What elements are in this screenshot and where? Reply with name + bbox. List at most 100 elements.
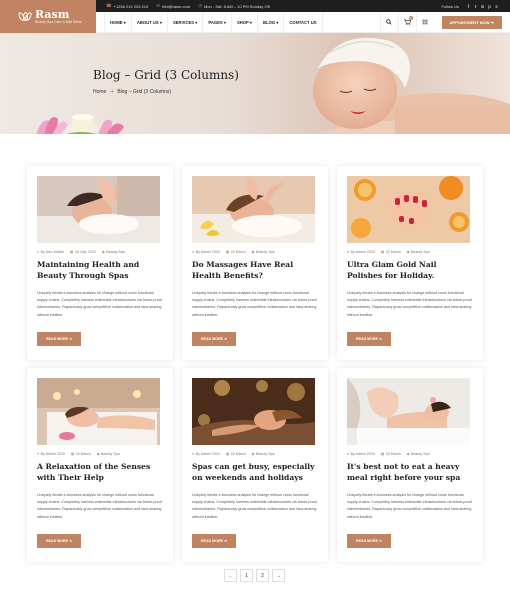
- search-icon[interactable]: [379, 11, 398, 33]
- email-text: info@rasm.com: [161, 3, 191, 9]
- user-icon: ●: [192, 250, 195, 254]
- post-excerpt: Uniquely iterate e-business analysis for…: [37, 291, 162, 317]
- post-category[interactable]: ◆ Beauty Spa: [252, 452, 275, 456]
- post-date: ▦ 15 July, 2023: [69, 250, 96, 254]
- hours-text: Mon - Sat: 8 AM – 10 PM Sunday Off: [204, 3, 270, 9]
- grid-menu-icon[interactable]: [415, 11, 434, 33]
- nav-blog[interactable]: BLOG ▾: [258, 11, 285, 33]
- post-category[interactable]: ◆ Beauty Spa: [407, 452, 430, 456]
- pinterest-icon[interactable]: p: [486, 4, 493, 9]
- post-category[interactable]: ◆ Beauty Spa: [97, 452, 120, 456]
- post-image-relaxation[interactable]: [37, 378, 160, 445]
- post-category[interactable]: ◆ Beauty Spa: [407, 250, 430, 254]
- post-image-back-massage[interactable]: [347, 378, 470, 445]
- post-image-head-massage[interactable]: [192, 176, 315, 243]
- post-category[interactable]: ◆ Beauty Spa: [102, 250, 125, 254]
- post-title[interactable]: Spas can get busy, especially on weekend…: [192, 461, 318, 483]
- page-hero: Blog – Grid (3 Columns) Home ➔ Blog – Gr…: [0, 33, 510, 134]
- post-title[interactable]: Do Massages Have Real Health Benefits?: [192, 259, 318, 281]
- post-title[interactable]: Maintaining Health and Beauty Through Sp…: [37, 259, 163, 281]
- post-category[interactable]: ◆ Beauty Spa: [252, 250, 275, 254]
- post-author[interactable]: ● By Admin 2020: [192, 452, 220, 456]
- post-title[interactable]: Ultra Glam Gold Nail Polishes for Holida…: [347, 259, 473, 281]
- post-date: ▦ 02 March: [380, 452, 401, 456]
- user-icon: ●: [347, 452, 350, 456]
- logo[interactable]: Rasm Beauty Spa Care & Nail Salon: [0, 0, 96, 33]
- read-more-button[interactable]: READ MORE ➔: [347, 534, 391, 548]
- post-author[interactable]: ● By Alex Walter: [37, 250, 64, 254]
- tag-icon: ◆: [96, 452, 100, 456]
- twitter-icon[interactable]: t: [472, 4, 479, 9]
- post-meta: ● By Admin 2020 ▦ 02 March ◆ Beauty Spa: [192, 250, 281, 254]
- calendar-icon: ▦: [225, 250, 230, 254]
- post-meta: ● By Alex Walter ▦ 15 July, 2023 ◆ Beauty S…: [37, 250, 131, 254]
- main-nav: HOME ▾ ABOUT US ▾ SERVICES ▾ PAGES ▾ SHO…: [96, 11, 510, 33]
- page-1-button[interactable]: 1: [240, 569, 253, 582]
- breadcrumb-arrow-icon: ➔: [109, 89, 114, 95]
- blog-card: ● By Admin 2020 ▦ 02 March ◆ Beauty Spa A R…: [27, 368, 173, 562]
- read-more-button[interactable]: READ MORE ➔: [192, 534, 236, 548]
- post-image-spa-candles[interactable]: [192, 378, 315, 445]
- post-author[interactable]: ● By Admin 2020: [347, 452, 375, 456]
- post-excerpt: Uniquely iterate e-business analysis for…: [192, 291, 317, 317]
- next-page-arrow-icon[interactable]: →: [272, 569, 285, 582]
- tag-icon: ◆: [251, 250, 255, 254]
- page-2-button[interactable]: 2: [256, 569, 269, 582]
- clock-icon: ◷: [198, 3, 202, 8]
- read-more-button[interactable]: READ MORE ➔: [347, 332, 391, 346]
- post-meta: ● By Admin 2020 ▦ 02 March ◆ Beauty Spa: [192, 452, 281, 456]
- follow-label: Follow Us: [441, 3, 459, 9]
- mail-icon: ✉: [156, 3, 160, 8]
- calendar-icon: ▦: [380, 452, 385, 456]
- pagination: ← 1 2 →: [224, 569, 288, 582]
- user-icon: ●: [37, 250, 40, 254]
- lotus-candle-icon: [34, 111, 126, 134]
- tag-icon: ◆: [101, 250, 105, 254]
- read-more-button[interactable]: READ MORE ➔: [192, 332, 236, 346]
- nav-services[interactable]: SERVICES ▾: [168, 11, 204, 33]
- read-more-button[interactable]: READ MORE ➔: [37, 332, 81, 346]
- calendar-icon: ▦: [69, 250, 74, 254]
- post-title[interactable]: A Relaxation of the Senses with Their He…: [37, 461, 163, 483]
- post-image-nail-polish[interactable]: [347, 176, 470, 243]
- post-excerpt: Uniquely iterate e-business analysis for…: [347, 493, 472, 519]
- nav-home[interactable]: HOME ▾: [104, 11, 132, 33]
- nav-contact[interactable]: CONTACT US: [284, 11, 323, 33]
- post-author[interactable]: ● By Admin 2020: [37, 452, 65, 456]
- breadcrumb: Home ➔ Blog – Grid (3 Columns): [93, 89, 173, 95]
- appointment-button[interactable]: APPOINTMENT NOW ➔: [441, 15, 502, 29]
- read-more-button[interactable]: READ MORE ➔: [37, 534, 81, 548]
- nav-about[interactable]: ABOUT US ▾: [132, 11, 168, 33]
- brand-tagline: Beauty Spa Care & Nail Salon: [35, 19, 82, 24]
- linkedin-icon[interactable]: in: [479, 4, 486, 9]
- post-image-facial-massage[interactable]: [37, 176, 160, 243]
- phone-icon: ☎: [106, 3, 112, 8]
- post-date: ▦ 02 March: [380, 250, 401, 254]
- skype-icon[interactable]: s: [493, 4, 500, 9]
- blog-card: ● By Admin 2020 ▦ 02 March ◆ Beauty Spa Spa…: [182, 368, 328, 562]
- post-author[interactable]: ● By Admin 2020: [347, 250, 375, 254]
- tag-icon: ◆: [406, 452, 410, 456]
- prev-page-arrow-icon[interactable]: ←: [224, 569, 237, 582]
- phone-info[interactable]: ☎ +1256 214 203 215: [106, 3, 148, 9]
- blog-card: ● By Admin 2020 ▦ 02 March ◆ Beauty Spa It'…: [337, 368, 483, 562]
- blog-card: ● By Admin 2020 ▦ 02 March ◆ Beauty Spa Do …: [182, 166, 328, 360]
- blog-card: ● By Admin 2020 ▦ 02 March ◆ Beauty Spa Ult…: [337, 166, 483, 360]
- post-author[interactable]: ● By Admin 2020: [192, 250, 220, 254]
- post-meta: ● By Admin 2020 ▦ 02 March ◆ Beauty Spa: [347, 452, 436, 456]
- post-meta: ● By Admin 2020 ▦ 02 March ◆ Beauty Spa: [347, 250, 436, 254]
- brand-name: Rasm: [35, 7, 70, 21]
- email-info[interactable]: ✉ info@rasm.com: [156, 3, 190, 9]
- breadcrumb-home[interactable]: Home: [93, 89, 106, 95]
- cart-icon[interactable]: 0: [397, 11, 416, 33]
- post-meta: ● By Admin 2020 ▦ 02 March ◆ Beauty Spa: [37, 452, 126, 456]
- post-title[interactable]: It's best not to eat a heavy meal right …: [347, 461, 473, 483]
- facebook-icon[interactable]: f: [465, 4, 472, 9]
- blog-card: ● By Alex Walter ▦ 15 July, 2023 ◆ Beauty S…: [27, 166, 173, 360]
- tag-icon: ◆: [406, 250, 410, 254]
- calendar-icon: ▦: [380, 250, 385, 254]
- nav-pages[interactable]: PAGES ▾: [203, 11, 232, 33]
- calendar-icon: ▦: [70, 452, 75, 456]
- nav-shop[interactable]: SHOP ▾: [232, 11, 259, 33]
- calendar-icon: ▦: [225, 452, 230, 456]
